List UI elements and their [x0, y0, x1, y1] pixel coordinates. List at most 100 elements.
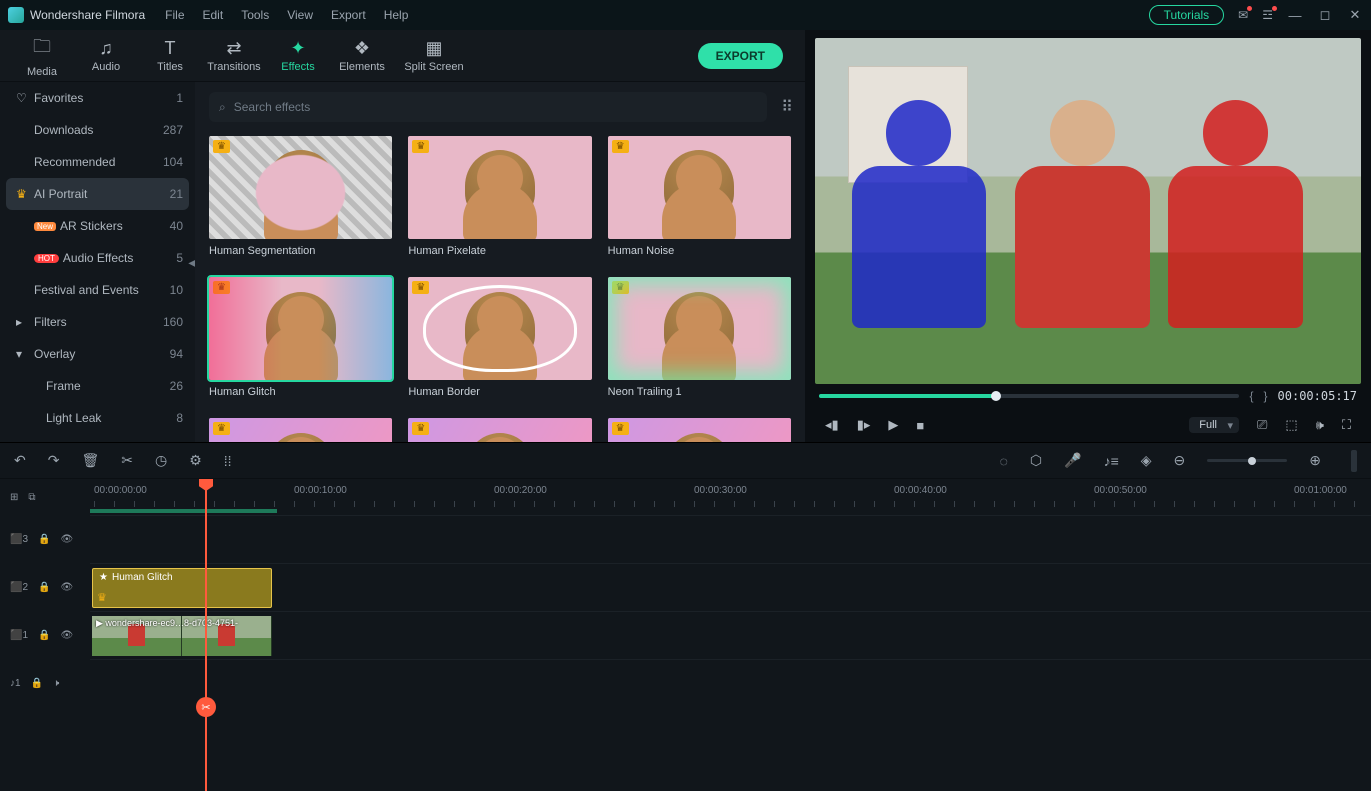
preview-viewport[interactable] [815, 38, 1361, 384]
menu-tools[interactable]: Tools [241, 8, 269, 22]
track-head-v2[interactable]: ⬛2🔒👁 [0, 563, 90, 611]
effect-card[interactable]: ♛Human Border [408, 277, 591, 398]
effect-card[interactable]: ♛Human Glitch [209, 277, 392, 398]
clip-video[interactable]: ▶ wondershare-ec9…8-d703-4751- [92, 616, 272, 656]
track-area[interactable]: 00:00:00:0000:00:10:0000:00:20:0000:00:3… [90, 479, 1371, 791]
play-button[interactable]: ▶ [888, 417, 898, 433]
audio-wave-icon[interactable]: ⁞⁞ [224, 453, 232, 469]
tab-transitions[interactable]: ⇄Transitions [202, 38, 266, 73]
effect-card[interactable]: ♛ [608, 418, 791, 442]
menu-export[interactable]: Export [331, 8, 366, 22]
app-name: Wondershare Filmora [30, 8, 145, 22]
sidebar-item-ai-portrait[interactable]: ♛AI Portrait21 [6, 178, 189, 210]
app-logo [8, 7, 24, 23]
playhead[interactable]: ✂ [205, 479, 207, 791]
sidebar-item-frame[interactable]: Frame26 [0, 370, 195, 402]
search-input[interactable]: ⌕ Search effects [209, 92, 767, 122]
messages-icon[interactable]: ✉ [1238, 8, 1248, 22]
mark-in-icon[interactable]: { [1249, 389, 1253, 403]
timeline-panel: ↶ ↷ 🗑 ✂ ◷ ⚙ ⁞⁞ ◌ ⬡ 🎤 ♪≡ ◈ ⊖ ⊕ ⊞ ⧉ ⬛3🔒👁 ⬛… [0, 442, 1371, 791]
sidebar-item-filters[interactable]: ▸Filters160 [0, 306, 195, 338]
timeline-toolbar: ↶ ↷ 🗑 ✂ ◷ ⚙ ⁞⁞ ◌ ⬡ 🎤 ♪≡ ◈ ⊖ ⊕ [0, 443, 1371, 479]
keyframe-icon[interactable]: ◈ [1141, 452, 1152, 469]
library-tabs: 🗀Media ♫Audio TTitles ⇄Transitions ✦Effe… [0, 30, 805, 82]
tab-titles[interactable]: TTitles [138, 38, 202, 73]
panel-handle[interactable] [1351, 450, 1357, 472]
sidebar-item-festival-and-events[interactable]: Festival and Events10 [0, 274, 195, 306]
mixer-icon[interactable]: ♪≡ [1104, 453, 1119, 469]
track-v2[interactable]: ★ Human Glitch ♛ [90, 563, 1371, 611]
marker-icon[interactable]: ⬡ [1030, 452, 1042, 469]
titlebar: Wondershare Filmora File Edit Tools View… [0, 0, 1371, 30]
track-v1[interactable]: ▶ wondershare-ec9…8-d703-4751- [90, 611, 1371, 659]
track-head-v3[interactable]: ⬛3🔒👁 [0, 515, 90, 563]
split-icon[interactable]: ✂ [121, 452, 133, 469]
effect-card[interactable]: ♛ [209, 418, 392, 442]
menu-edit[interactable]: Edit [203, 8, 224, 22]
sidebar-item-recommended[interactable]: Recommended104 [0, 146, 195, 178]
undo-icon[interactable]: ↶ [14, 452, 26, 469]
stop-button[interactable]: ■ [916, 418, 924, 433]
playhead-split-icon[interactable]: ✂ [196, 697, 216, 717]
next-frame-button[interactable]: ▮▸ [857, 417, 871, 433]
speed-icon[interactable]: ◷ [155, 452, 167, 469]
search-icon: ⌕ [219, 100, 226, 115]
effects-gallery: ⌕ Search effects ⠿ ♛Human Segmentation♛H… [195, 82, 805, 442]
zoom-slider[interactable] [1207, 459, 1287, 462]
sidebar-item-downloads[interactable]: Downloads287 [0, 114, 195, 146]
adjust-icon[interactable]: ⚙ [189, 452, 202, 469]
zoom-in-icon[interactable]: ⊕ [1309, 452, 1321, 469]
effect-card[interactable]: ♛ [408, 418, 591, 442]
tab-audio[interactable]: ♫Audio [74, 38, 138, 73]
grid-view-icon[interactable]: ⠿ [781, 97, 791, 117]
export-button[interactable]: EXPORT [698, 43, 783, 69]
mark-out-icon[interactable]: } [1264, 389, 1268, 403]
tab-split-screen[interactable]: ▦Split Screen [394, 38, 474, 73]
track-head-v1[interactable]: ⬛1🔒👁 [0, 611, 90, 659]
effect-card[interactable]: ♛Neon Trailing 1 [608, 277, 791, 398]
delete-icon[interactable]: 🗑 [81, 452, 99, 469]
display-icon[interactable]: ⎚ [1257, 417, 1267, 433]
volume-icon[interactable]: 🕪 [1316, 417, 1324, 433]
track-a1[interactable] [90, 659, 1371, 707]
menu-file[interactable]: File [165, 8, 184, 22]
fullscreen-icon[interactable]: ⛶ [1342, 417, 1351, 433]
playback-slider[interactable] [819, 394, 1239, 398]
sidebar-item-light-leak[interactable]: Light Leak8 [0, 402, 195, 434]
prev-frame-button[interactable]: ◂▮ [825, 417, 839, 433]
add-track-icon[interactable]: ⊞ [10, 492, 18, 503]
collapse-sidebar-icon[interactable]: ◀ [188, 258, 195, 269]
track-head-a1[interactable]: ♪1🔒🕨 [0, 659, 90, 707]
tasks-icon[interactable]: ☲ [1262, 8, 1273, 22]
effects-sidebar: ◀ ♡Favorites1Downloads287Recommended104♛… [0, 82, 195, 442]
effect-card[interactable]: ♛Human Segmentation [209, 136, 392, 257]
search-placeholder: Search effects [234, 100, 311, 114]
redo-icon[interactable]: ↷ [48, 452, 60, 469]
sidebar-item-overlay[interactable]: ▾Overlay94 [0, 338, 195, 370]
menu-view[interactable]: View [287, 8, 313, 22]
zoom-out-icon[interactable]: ⊖ [1174, 452, 1186, 469]
sidebar-item-favorites[interactable]: ♡Favorites1 [0, 82, 195, 114]
tutorials-button[interactable]: Tutorials [1149, 5, 1225, 25]
sidebar-item-audio-effects[interactable]: HOTAudio Effects5 [0, 242, 195, 274]
menu-bar: File Edit Tools View Export Help [165, 8, 408, 22]
quality-dropdown[interactable]: Full [1189, 417, 1239, 433]
clip-effect[interactable]: ★ Human Glitch ♛ [92, 568, 272, 608]
menu-help[interactable]: Help [384, 8, 409, 22]
close-button[interactable]: ✕ [1347, 7, 1363, 23]
minimize-button[interactable]: — [1287, 8, 1303, 23]
link-icon[interactable]: ⧉ [28, 492, 35, 503]
track-v3[interactable] [90, 515, 1371, 563]
track-headers: ⊞ ⧉ ⬛3🔒👁 ⬛2🔒👁 ⬛1🔒👁 ♪1🔒🕨 [0, 479, 90, 791]
tab-effects[interactable]: ✦Effects [266, 38, 330, 73]
sidebar-item-ar-stickers[interactable]: NewAR Stickers40 [0, 210, 195, 242]
time-ruler[interactable]: 00:00:00:0000:00:10:0000:00:20:0000:00:3… [90, 479, 1371, 515]
snapshot-icon[interactable]: ⬚ [1285, 417, 1297, 433]
tab-media[interactable]: 🗀Media [10, 34, 74, 78]
maximize-button[interactable]: ◻ [1317, 7, 1333, 23]
voiceover-icon[interactable]: 🎤 [1064, 452, 1081, 469]
effect-card[interactable]: ♛Human Noise [608, 136, 791, 257]
effect-card[interactable]: ♛Human Pixelate [408, 136, 591, 257]
tab-elements[interactable]: ❖Elements [330, 38, 394, 73]
render-icon[interactable]: ◌ [1000, 453, 1008, 469]
